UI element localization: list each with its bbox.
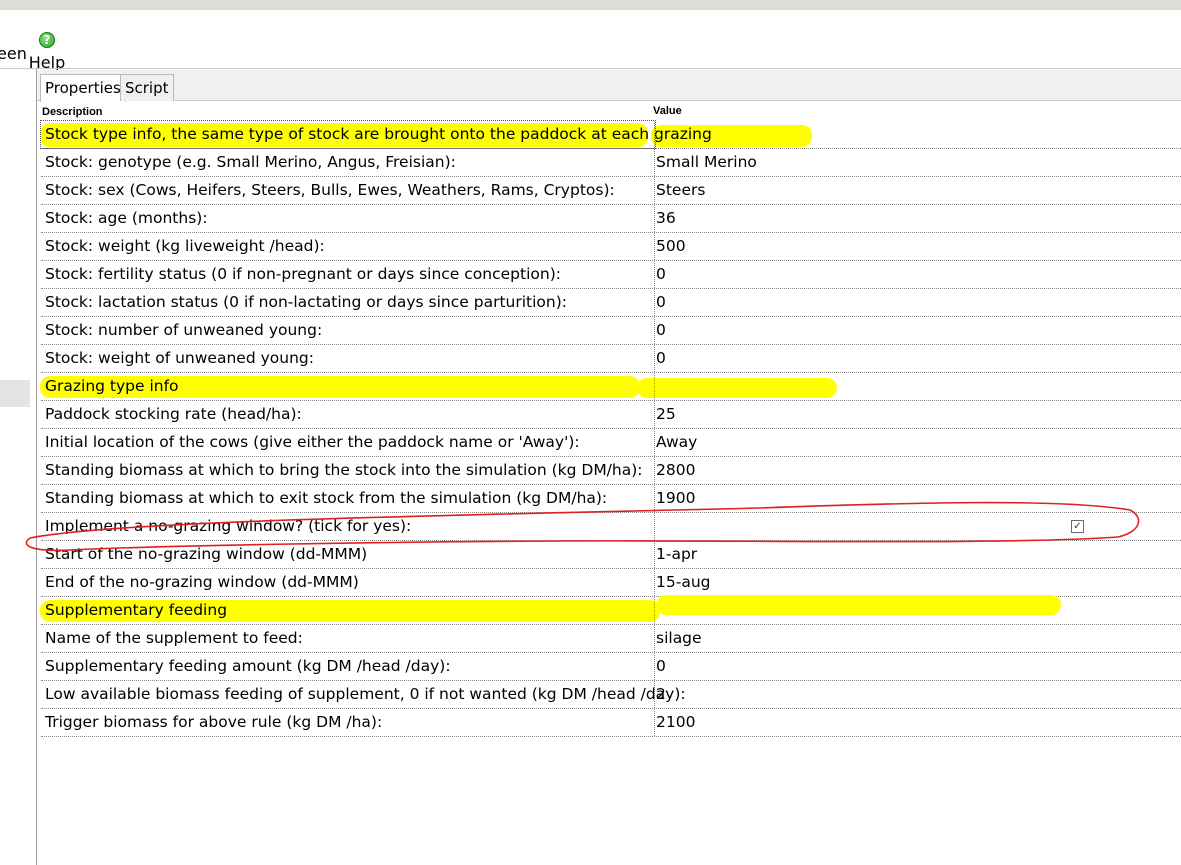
property-value[interactable] <box>652 513 656 540</box>
property-description: Stock type info, the same type of stock … <box>40 120 712 149</box>
property-row[interactable]: Paddock stocking rate (head/ha): 25 <box>41 401 1181 429</box>
property-description: Stock: lactation status (0 if non-lactat… <box>41 289 655 316</box>
property-description: Standing biomass at which to exit stock … <box>41 485 655 512</box>
property-value[interactable]: Away <box>652 429 697 456</box>
property-row[interactable]: Stock: genotype (e.g. Small Merino, Angu… <box>41 149 1181 177</box>
section-heading-row[interactable]: Grazing type info <box>40 373 1181 401</box>
property-row[interactable]: Implement a no-grazing window? (tick for… <box>41 513 1181 541</box>
left-tree-selected-item[interactable] <box>0 380 30 407</box>
property-description: Name of the supplement to feed: <box>41 625 655 652</box>
property-value[interactable]: silage <box>652 625 702 652</box>
property-value[interactable]: 0 <box>652 289 666 316</box>
tab-script[interactable]: Script <box>120 74 174 101</box>
property-row[interactable]: Supplementary feeding amount (kg DM /hea… <box>41 653 1181 681</box>
property-row[interactable]: Stock: age (months): 36 <box>41 205 1181 233</box>
section-heading-row[interactable]: Stock type info, the same type of stock … <box>40 120 1181 149</box>
property-description: Initial location of the cows (give eithe… <box>41 429 655 456</box>
property-value[interactable]: 1-apr <box>652 541 697 568</box>
property-value[interactable]: 36 <box>652 205 676 232</box>
property-row[interactable]: Stock: weight of unweaned young: 0 <box>41 345 1181 373</box>
property-value[interactable]: 2100 <box>652 709 695 736</box>
property-description: Stock: weight (kg liveweight /head): <box>41 233 655 260</box>
highlighter-stroke <box>656 595 1061 615</box>
property-description: Stock: weight of unweaned young: <box>41 345 655 372</box>
property-row[interactable]: Standing biomass at which to exit stock … <box>41 485 1181 513</box>
property-description: Supplementary feeding amount (kg DM /hea… <box>41 653 655 680</box>
property-row[interactable]: Name of the supplement to feed: silage <box>41 625 1181 653</box>
property-row[interactable]: Stock: weight (kg liveweight /head): 500 <box>41 233 1181 261</box>
column-header-description: Description <box>42 106 103 118</box>
property-value[interactable]: 15-aug <box>652 569 710 596</box>
menu-item-screen[interactable]: een <box>0 44 27 63</box>
section-heading-row[interactable]: Supplementary feeding <box>40 595 1181 625</box>
property-description: Stock: number of unweaned young: <box>41 317 655 344</box>
property-description: Standing biomass at which to bring the s… <box>41 457 655 484</box>
menu-bar: een ? Help <box>0 10 1181 72</box>
property-row[interactable]: Trigger biomass for above rule (kg DM /h… <box>41 709 1181 737</box>
property-description: Start of the no-grazing window (dd-MMM) <box>41 541 655 568</box>
property-row[interactable]: Initial location of the cows (give eithe… <box>41 429 1181 457</box>
property-description: Low available biomass feeding of supplem… <box>41 681 686 708</box>
property-description: Stock: fertility status (0 if non-pregna… <box>41 261 655 288</box>
property-description: Paddock stocking rate (head/ha): <box>41 401 655 428</box>
property-value[interactable]: 0 <box>652 317 666 344</box>
property-row[interactable]: Stock: fertility status (0 if non-pregna… <box>41 261 1181 289</box>
property-description: Stock: genotype (e.g. Small Merino, Angu… <box>41 149 655 176</box>
property-description: Implement a no-grazing window? (tick for… <box>41 513 655 540</box>
property-value[interactable]: Steers <box>652 177 705 204</box>
property-row[interactable]: End of the no-grazing window (dd-MMM) 15-… <box>41 569 1181 597</box>
properties-grid: Description Value Stock type info, the s… <box>40 103 1181 737</box>
highlighter-stroke <box>637 378 837 398</box>
property-description: Trigger biomass for above rule (kg DM /h… <box>41 709 655 736</box>
no-grazing-checkbox[interactable]: ✓ <box>1071 520 1084 533</box>
window-top-strip <box>0 0 1181 10</box>
property-value[interactable]: 2800 <box>652 457 695 484</box>
property-value[interactable] <box>652 121 656 148</box>
left-tree-panel[interactable] <box>0 69 37 865</box>
column-header-value: Value <box>653 105 682 117</box>
property-description: Supplementary feeding <box>41 597 655 624</box>
property-row[interactable]: Low available biomass feeding of supplem… <box>41 681 1181 709</box>
property-value[interactable]: 0 <box>652 653 666 680</box>
property-value[interactable]: 0 <box>652 261 666 288</box>
grid-header: Description Value <box>41 103 1181 121</box>
tab-properties[interactable]: Properties <box>40 74 126 102</box>
property-row[interactable]: Stock: lactation status (0 if non-lactat… <box>41 289 1181 317</box>
menu-item-help[interactable]: ? Help <box>28 24 66 72</box>
property-value[interactable] <box>652 373 656 400</box>
property-row[interactable]: Standing biomass at which to bring the s… <box>41 457 1181 485</box>
property-value[interactable]: 0 <box>652 345 666 372</box>
property-value[interactable]: 2 <box>652 681 666 708</box>
menu-separator <box>0 68 1181 69</box>
property-row[interactable]: Start of the no-grazing window (dd-MMM) 1… <box>41 541 1181 569</box>
property-value[interactable]: 1900 <box>652 485 695 512</box>
property-value[interactable]: 500 <box>652 233 686 260</box>
property-description: Grazing type info <box>41 373 655 400</box>
property-value[interactable]: 25 <box>652 401 676 428</box>
property-description: End of the no-grazing window (dd-MMM) <box>41 569 655 596</box>
property-value[interactable] <box>652 597 656 624</box>
help-icon[interactable]: ? <box>39 32 55 48</box>
property-description: Stock: age (months): <box>41 205 655 232</box>
property-row[interactable]: Stock: number of unweaned young: 0 <box>41 317 1181 345</box>
property-row[interactable]: Stock: sex (Cows, Heifers, Steers, Bulls… <box>41 177 1181 205</box>
property-value[interactable]: Small Merino <box>652 149 757 176</box>
property-description: Stock: sex (Cows, Heifers, Steers, Bulls… <box>41 177 655 204</box>
tab-strip: Properties Script <box>37 70 1181 102</box>
